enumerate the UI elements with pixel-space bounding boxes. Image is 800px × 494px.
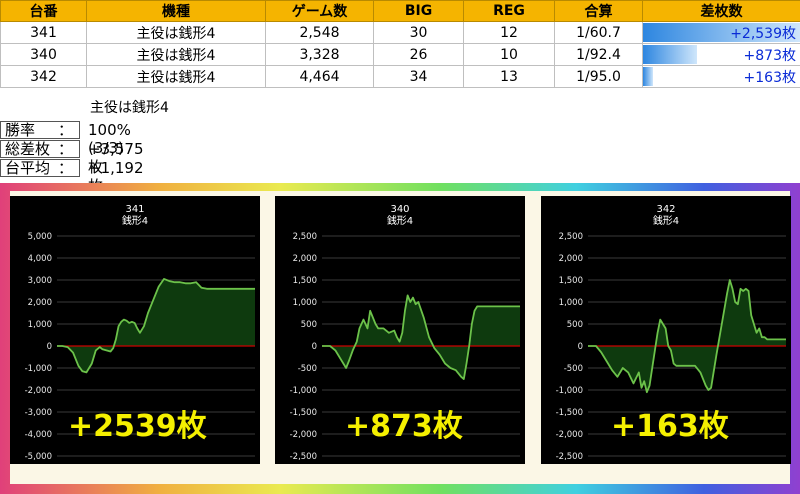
- coin-difference: +163枚: [642, 65, 800, 88]
- y-tick-label: 1,500: [559, 276, 583, 286]
- table-header-row: 台番 機種 ゲーム数 BIG REG 合算 差枚数: [0, 0, 800, 22]
- y-tick-label: 0: [47, 342, 52, 352]
- chart-annotation: +2539枚: [68, 409, 207, 444]
- y-tick-label: 2,000: [28, 298, 52, 308]
- header-cell: 合算: [554, 0, 643, 22]
- reg-count: 13: [463, 65, 555, 88]
- y-tick-label: 1,000: [293, 298, 317, 308]
- slot-table: 台番 機種 ゲーム数 BIG REG 合算 差枚数 341 主役は銭形4 2,5…: [0, 0, 800, 88]
- colon: ：: [57, 121, 73, 139]
- model-name: 主役は銭形4: [86, 65, 266, 88]
- header-cell: ゲーム数: [265, 0, 374, 22]
- diff-bar: [643, 67, 654, 86]
- y-tick-label: -500: [298, 364, 317, 374]
- combined-probability: 1/92.4: [554, 43, 643, 66]
- big-count: 26: [373, 43, 464, 66]
- chart-annotation: +873枚: [345, 409, 463, 444]
- y-tick-label: 2,000: [293, 254, 317, 264]
- summary-title: 主役は銭形4: [90, 100, 169, 116]
- summary-label: 勝率: [5, 121, 36, 139]
- colon: ：: [57, 159, 73, 177]
- y-tick-label: 0: [578, 342, 583, 352]
- machine-number: 342: [0, 65, 87, 88]
- chart-annotation: +163枚: [611, 409, 729, 444]
- coin-difference: +2,539枚: [642, 21, 800, 44]
- big-count: 34: [373, 65, 464, 88]
- header-cell: BIG: [373, 0, 464, 22]
- header-cell: REG: [463, 0, 555, 22]
- y-tick-label: 2,500: [559, 232, 583, 242]
- y-tick-label: 2,000: [559, 254, 583, 264]
- machine-number: 341: [0, 21, 87, 44]
- y-tick-label: 3,000: [28, 276, 52, 286]
- model-name: 主役は銭形4: [86, 43, 266, 66]
- y-tick-label: -5,000: [25, 452, 52, 462]
- table-row: 340 主役は銭形4 3,328 26 10 1/92.4 +873枚: [0, 43, 800, 66]
- y-tick-label: -1,500: [290, 408, 317, 418]
- header-cell: 差枚数: [642, 0, 800, 22]
- game-count: 3,328: [265, 43, 374, 66]
- diff-bar: [643, 45, 697, 64]
- y-tick-label: -1,000: [556, 386, 583, 396]
- reg-count: 10: [463, 43, 555, 66]
- coin-difference: +873枚: [642, 43, 800, 66]
- game-count: 4,464: [265, 65, 374, 88]
- combined-probability: 1/60.7: [554, 21, 643, 44]
- summary-label: 台平均: [5, 159, 51, 177]
- model-name: 主役は銭形4: [86, 21, 266, 44]
- combined-probability: 1/95.0: [554, 65, 643, 88]
- y-tick-label: -2,500: [556, 452, 583, 462]
- table-row: 342 主役は銭形4 4,464 34 13 1/95.0 +163枚: [0, 65, 800, 88]
- y-tick-label: -2,500: [290, 452, 317, 462]
- reg-count: 12: [463, 21, 555, 44]
- chart-panel-341: 341 銭形4 5,000 4,000 3,000 2,000 1,000 0 -1,000…: [10, 196, 260, 464]
- y-tick-label: 500: [567, 320, 583, 330]
- diff-value: +873枚: [743, 47, 796, 64]
- header-cell: 機種: [86, 0, 266, 22]
- y-tick-label: 1,000: [559, 298, 583, 308]
- header-cell: 台番: [0, 0, 87, 22]
- big-count: 30: [373, 21, 464, 44]
- diff-value: +163枚: [743, 69, 796, 86]
- diff-value: +2,539枚: [730, 25, 796, 42]
- y-tick-label: 2,500: [293, 232, 317, 242]
- machine-number: 340: [0, 43, 87, 66]
- y-tick-label: -1,000: [290, 386, 317, 396]
- y-tick-label: 1,500: [293, 276, 317, 286]
- y-tick-label: -500: [564, 364, 583, 374]
- colon: ：: [57, 140, 73, 158]
- chart-panel-340: 340 銭形4 2,500 2,000 1,500 1,000 500 0 -500 -1,0…: [275, 196, 525, 464]
- y-tick-label: 5,000: [28, 232, 52, 242]
- y-tick-label: -2,000: [290, 430, 317, 440]
- y-tick-label: 1,000: [28, 320, 52, 330]
- y-tick-label: -1,500: [556, 408, 583, 418]
- y-tick-label: 0: [312, 342, 317, 352]
- y-tick-label: 500: [301, 320, 317, 330]
- y-tick-label: 4,000: [28, 254, 52, 264]
- y-tick-label: -2,000: [25, 386, 52, 396]
- chart-panel-342: 342 銭形4 2,500 2,000 1,500 1,000 500 0 -500 -1,0…: [541, 196, 791, 464]
- y-tick-label: -2,000: [556, 430, 583, 440]
- game-count: 2,548: [265, 21, 374, 44]
- y-tick-label: -3,000: [25, 408, 52, 418]
- y-tick-label: -1,000: [25, 364, 52, 374]
- summary-label: 総差枚: [5, 140, 51, 158]
- y-tick-label: -4,000: [25, 430, 52, 440]
- table-row: 341 主役は銭形4 2,548 30 12 1/60.7 +2,539枚: [0, 21, 800, 44]
